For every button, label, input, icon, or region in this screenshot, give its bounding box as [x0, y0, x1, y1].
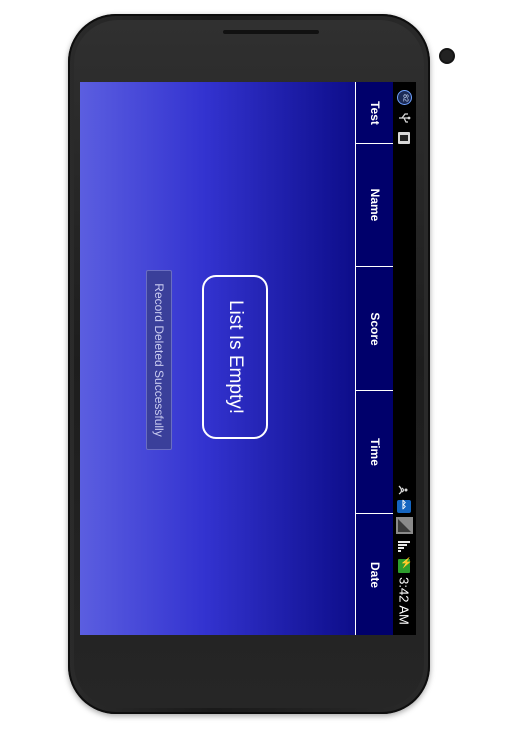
empty-list-message: List Is Empty!	[225, 299, 246, 415]
toast-message: Record Deleted Successfully	[152, 283, 166, 437]
no-signal-icon	[396, 517, 413, 534]
status-time: 3:42 AM	[396, 577, 412, 625]
bluetooth-icon: ᛒ	[397, 500, 411, 513]
wifi-icon	[398, 485, 408, 495]
header-column-test[interactable]: Test	[356, 82, 394, 144]
header-column-date[interactable]: Date	[356, 514, 394, 635]
notification-badge-icon: 82	[397, 90, 412, 105]
header-label: Name	[368, 188, 382, 222]
notification-count: 82	[401, 94, 409, 102]
table-header: Test Name Score Time Date	[355, 82, 394, 635]
header-column-time[interactable]: Time	[356, 391, 394, 514]
screenshot-icon	[398, 132, 410, 144]
header-column-score[interactable]: Score	[356, 267, 394, 391]
usb-icon	[399, 113, 411, 123]
header-column-name[interactable]: Name	[356, 144, 394, 267]
header-label: Score	[368, 311, 382, 346]
status-bar: 82 ᛒ ⚡ 3:42 AM	[393, 82, 416, 635]
battery-charging-icon: ⚡	[398, 558, 412, 573]
signal-icon	[398, 541, 410, 552]
front-camera	[441, 50, 453, 62]
header-label: Date	[368, 561, 382, 588]
header-label: Time	[368, 438, 382, 466]
list-content-area: List Is Empty! Record Deleted Successful…	[80, 82, 355, 635]
device-screen: List Is Empty! Record Deleted Successful…	[80, 82, 416, 635]
earpiece-speaker	[223, 30, 319, 34]
header-label: Test	[368, 100, 382, 125]
